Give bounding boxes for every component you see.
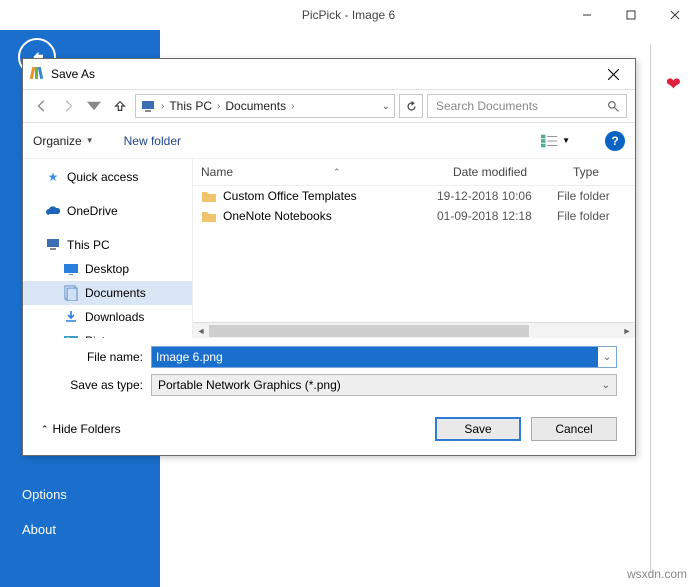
col-name[interactable]: Name⌃ [193,159,445,185]
app-titlebar: PicPick - Image 6 [0,0,697,30]
dialog-title: Save As [51,67,95,81]
watermark: wsxdn.com [627,567,687,581]
save-type-label: Save as type: [41,378,151,392]
sidebar-item-about[interactable]: About [0,512,160,547]
nav-forward-button[interactable] [57,95,79,117]
chevron-right-icon: › [214,101,223,112]
search-box[interactable] [427,94,627,118]
fields-area: File name: ⌄ Save as type: Portable Netw… [23,338,635,406]
col-date[interactable]: Date modified [445,159,565,185]
nav-recent-button[interactable] [83,95,105,117]
save-type-select[interactable]: Portable Network Graphics (*.png) ⌄ [151,374,617,396]
maximize-button[interactable] [609,0,653,30]
chevron-right-icon: › [158,101,167,112]
desktop-icon [63,261,79,277]
save-as-dialog: Save As › This PC › Documents › ⌄ Organi… [22,58,636,456]
chevron-down-icon[interactable]: ⌄ [602,380,610,391]
scroll-left-icon[interactable]: ◄ [193,323,209,339]
tree-documents[interactable]: Documents [23,281,192,305]
tree-onedrive[interactable]: OneDrive [23,199,192,223]
list-item[interactable]: Custom Office Templates 19-12-2018 10:06… [193,186,635,206]
help-button[interactable]: ? [605,131,625,151]
documents-icon [63,285,79,301]
dialog-titlebar: Save As [23,59,635,89]
file-list: Name⌃ Date modified Type Custom Office T… [193,159,635,338]
tree-this-pc[interactable]: This PC [23,233,192,257]
search-input[interactable] [434,98,594,114]
file-name-input[interactable] [152,347,598,367]
list-item[interactable]: OneNote Notebooks 01-09-2018 12:18 File … [193,206,635,226]
minimize-button[interactable] [565,0,609,30]
tree-downloads[interactable]: Downloads [23,305,192,329]
cancel-button[interactable]: Cancel [531,417,617,441]
new-folder-button[interactable]: New folder [124,134,181,148]
dialog-close-button[interactable] [597,60,629,88]
pc-icon [45,237,61,253]
list-header: Name⌃ Date modified Type [193,159,635,186]
scroll-right-icon[interactable]: ► [619,323,635,339]
hide-folders-toggle[interactable]: ⌃Hide Folders [41,422,121,436]
address-bar[interactable]: › This PC › Documents › ⌄ [135,94,395,118]
refresh-button[interactable] [399,94,423,118]
horizontal-scrollbar[interactable]: ◄ ► [193,322,635,338]
vertical-divider [650,44,651,573]
dialog-toolbar: Organize▼ New folder ▼ ? [23,123,635,159]
tree-desktop[interactable]: Desktop [23,257,192,281]
col-type[interactable]: Type [565,159,635,185]
breadcrumb-this-pc[interactable]: This PC [169,99,212,113]
dialog-footer: ⌃Hide Folders Save Cancel [23,406,635,455]
tree-quick-access[interactable]: ★Quick access [23,165,192,189]
address-dropdown-icon[interactable]: ⌄ [382,101,390,112]
download-icon [63,309,79,325]
search-icon [607,100,620,113]
star-icon: ★ [45,169,61,185]
picpick-icon [29,66,45,82]
view-mode-button[interactable]: ▼ [536,131,575,151]
sidebar-item-options[interactable]: Options [0,477,160,512]
file-name-field[interactable]: ⌄ [151,346,617,368]
nav-back-button[interactable] [31,95,53,117]
close-button[interactable] [653,0,697,30]
caret-up-icon: ⌃ [41,424,49,435]
nav-row: › This PC › Documents › ⌄ [23,89,635,123]
cloud-icon [45,203,61,219]
save-button[interactable]: Save [435,417,521,441]
nav-tree: ★Quick access OneDrive This PC Desktop D… [23,159,193,338]
pc-icon [140,98,156,114]
file-name-label: File name: [41,350,151,364]
scroll-thumb[interactable] [209,325,529,337]
sort-caret-icon: ⌃ [333,167,341,178]
folder-icon [201,189,217,203]
breadcrumb-documents[interactable]: Documents [225,99,286,113]
chevron-down-icon[interactable]: ⌄ [598,352,616,363]
app-title: PicPick - Image 6 [302,8,395,22]
tree-pictures[interactable]: Pictures [23,329,192,338]
nav-up-button[interactable] [109,95,131,117]
chevron-right-icon: › [288,101,297,112]
folder-icon [201,209,217,223]
heart-icon[interactable]: ❤ [666,74,681,95]
organize-menu[interactable]: Organize▼ [33,134,94,148]
